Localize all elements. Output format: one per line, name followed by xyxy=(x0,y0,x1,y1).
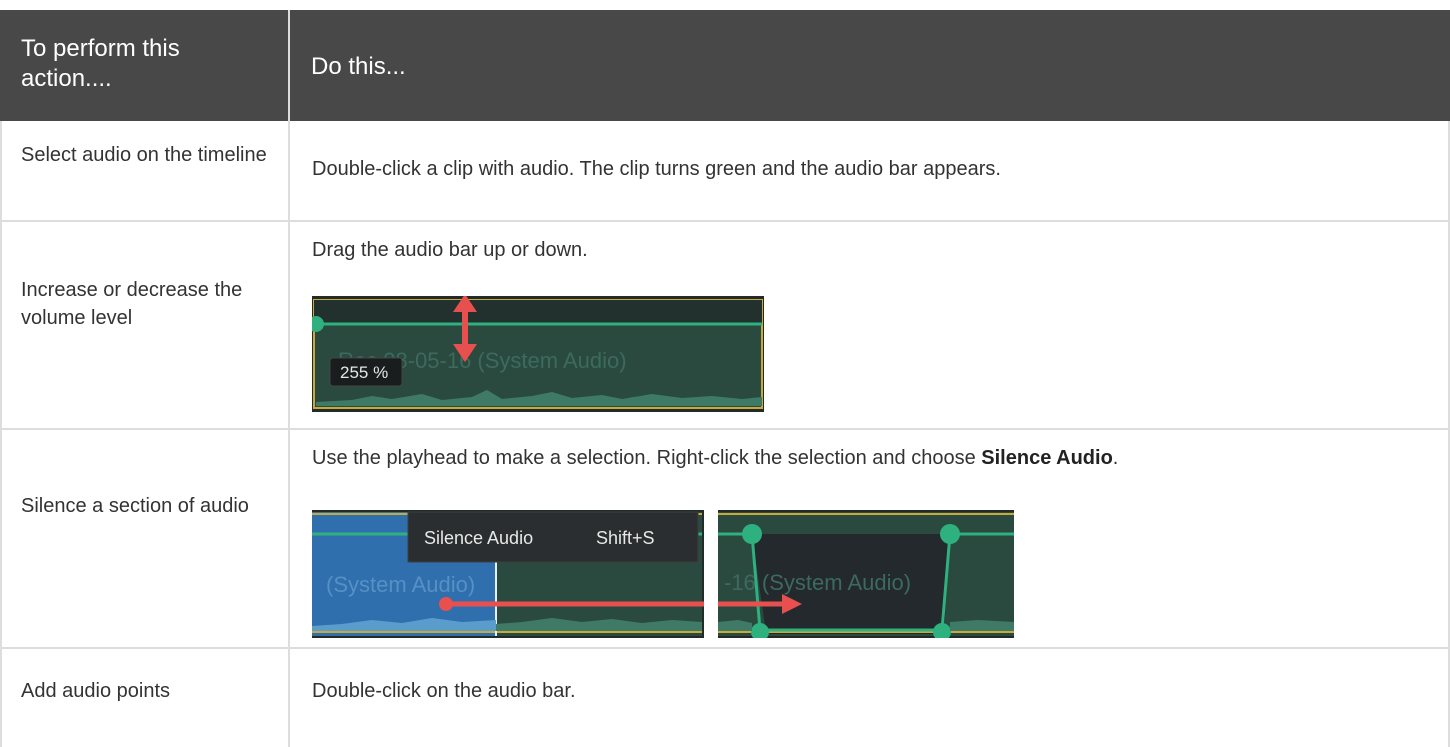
header-divider xyxy=(288,10,290,121)
row-instruction: Double-click a clip with audio. The clip… xyxy=(312,158,1001,180)
table-row: Select audio on the timeline Double-clic… xyxy=(0,121,1450,220)
silence-audio-emphasis: Silence Audio xyxy=(981,447,1113,469)
context-menu-item: Silence Audio xyxy=(424,528,533,548)
volume-percent-badge: 255 % xyxy=(340,363,388,382)
table-row: Silence a section of audio Use the playh… xyxy=(0,430,1450,647)
row-instruction: Use the playhead to make a selection. Ri… xyxy=(312,447,1119,469)
silenced-clip-label: -16 (System Audio) xyxy=(724,570,911,595)
context-menu-shortcut: Shift+S xyxy=(596,528,655,548)
selection-clip-label: (System Audio) xyxy=(326,572,475,597)
row-instruction: Drag the audio bar up or down. xyxy=(312,239,588,261)
table-row: Add audio points Double-click on the aud… xyxy=(0,649,1450,747)
volume-adjust-image: Rec 08-05-16 (System Audio) 255 % xyxy=(312,296,764,412)
row-action: Select audio on the timeline xyxy=(21,144,267,166)
row-action: Silence a section of audio xyxy=(21,495,249,517)
row-action: Increase or decrease the volume level xyxy=(21,279,243,329)
table-row: Increase or decrease the volume level Dr… xyxy=(0,222,1450,428)
silenced-audio-image: -16 (System Audio) xyxy=(718,510,1014,638)
header-action-column: To perform this action.... xyxy=(21,35,180,92)
silence-selection-image: (System Audio) Silence Audio Shift+S xyxy=(312,510,704,638)
header-instruction-column: Do this... xyxy=(311,53,406,80)
row-instruction: Double-click on the audio bar. xyxy=(312,680,576,702)
table-header: To perform this action.... Do this... xyxy=(0,10,1450,121)
row-action: Add audio points xyxy=(21,680,171,702)
